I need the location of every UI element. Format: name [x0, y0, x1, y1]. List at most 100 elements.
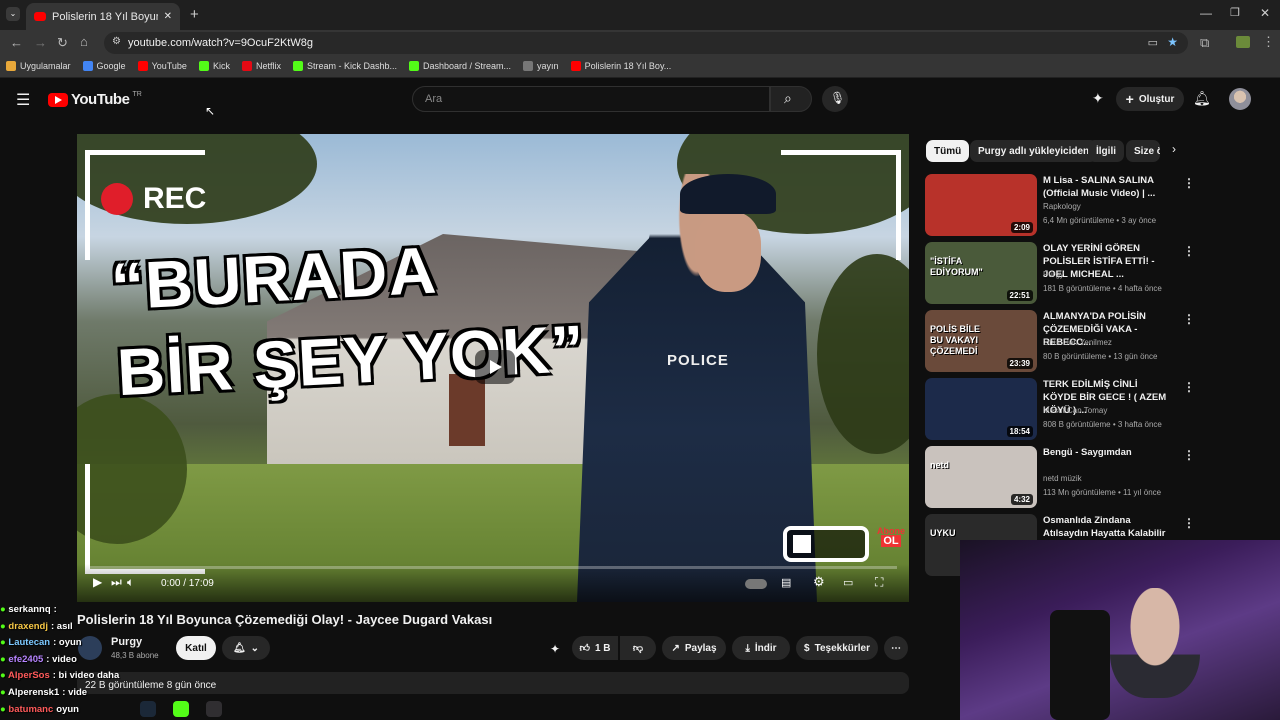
extension-icon[interactable]: ✦: [550, 642, 560, 656]
like-button[interactable]: 👍︎ 1 B: [572, 636, 618, 660]
thanks-button[interactable]: $ Teşekkürler: [796, 636, 878, 660]
recommended-channel-name[interactable]: Onur Can Yenilmez: [1043, 338, 1112, 347]
video-thumbnail[interactable]: 18:54: [925, 378, 1037, 440]
browser-tab[interactable]: Polislerin 18 Yıl Boyunca Çözem ✕: [26, 3, 180, 30]
video-player[interactable]: POLICE REC “BURADA BİR ŞEY YOK” Abone OL …: [77, 134, 909, 602]
url-field[interactable]: ⚙ youtube.com/watch?v=9OcuF2KtW8g ▭ ★: [104, 32, 1188, 54]
miniplayer-icon[interactable]: ▭: [843, 576, 853, 589]
microphone-icon: 🎙: [830, 91, 846, 105]
close-window-icon[interactable]: ✕: [1260, 6, 1270, 20]
filter-chip[interactable]: Purgy adlı yükleyiciden: [970, 140, 1098, 162]
notifications-bell-icon[interactable]: 🔔︎: [1193, 90, 1211, 107]
police-label: POLICE: [667, 352, 729, 369]
notification-bell-button[interactable]: 🔔︎ ⌄: [222, 636, 270, 660]
description-box[interactable]: 22 B görüntüleme 8 gün önce: [77, 672, 909, 694]
extensions-icon[interactable]: ⧉: [1200, 35, 1209, 51]
profile-ext-icon[interactable]: [1236, 36, 1250, 48]
bookmark-item[interactable]: Google: [82, 61, 126, 71]
recommended-video[interactable]: POLİS BİLE BU VAKAYI ÇÖZEMEDİ 23:39 ALMANY…: [925, 310, 1195, 374]
youtube-logo[interactable]: YouTube TR: [48, 91, 142, 108]
site-info-icon[interactable]: ⚙: [112, 36, 121, 47]
dislike-button[interactable]: 👎︎: [620, 636, 656, 660]
taskbar-app-icon[interactable]: [173, 701, 189, 717]
bookmark-star-icon[interactable]: ★: [1167, 35, 1178, 49]
filter-chip[interactable]: Size ö: [1126, 140, 1160, 162]
settings-gear-icon[interactable]: ⚙: [813, 574, 825, 590]
video-thumbnail[interactable]: POLİS BİLE BU VAKAYI ÇÖZEMEDİ 23:39: [925, 310, 1037, 372]
share-button[interactable]: ↗ Paylaş: [662, 636, 726, 660]
search-button[interactable]: ⌕: [770, 86, 812, 112]
recommended-video[interactable]: netd 4:32 Bengü - Saygımdan netd müzik 113 M…: [925, 446, 1195, 510]
subtitles-icon[interactable]: ▤: [781, 576, 791, 589]
create-button[interactable]: + Oluştur: [1116, 87, 1184, 111]
voice-search-button[interactable]: 🎙: [822, 86, 848, 112]
bookmark-favicon-icon: [241, 61, 252, 71]
progress-bar[interactable]: [89, 566, 897, 569]
video-thumbnail[interactable]: "İSTİFA EDİYORUM" 22:51: [925, 242, 1037, 304]
back-icon[interactable]: ←: [10, 35, 23, 50]
autoplay-toggle[interactable]: [745, 579, 767, 589]
more-vert-icon[interactable]: ⋮: [1183, 176, 1195, 190]
channel-name[interactable]: Purgy: [111, 636, 142, 648]
forward-icon[interactable]: →: [34, 35, 47, 50]
chat-username: draxendj: [8, 620, 48, 632]
bookmark-item[interactable]: Stream - Kick Dashb...: [292, 61, 397, 71]
extension-puzzle-icon[interactable]: ✦: [1092, 90, 1104, 107]
bookmark-item[interactable]: Dashboard / Stream...: [409, 61, 511, 71]
more-vert-icon[interactable]: ⋮: [1183, 312, 1195, 326]
more-actions-button[interactable]: ⋯: [884, 636, 908, 660]
bookmark-item[interactable]: yayın: [523, 61, 559, 71]
search-input[interactable]: Ara: [412, 86, 770, 112]
volume-icon[interactable]: 🔈︎: [127, 575, 134, 590]
recommended-channel-name[interactable]: Purgy: [1043, 270, 1064, 279]
taskbar-obs-icon[interactable]: [206, 701, 222, 717]
taskbar-steam-icon[interactable]: [140, 701, 156, 717]
more-vert-icon[interactable]: ⋮: [1183, 380, 1195, 394]
fullscreen-icon[interactable]: ⛶: [875, 575, 883, 590]
download-button[interactable]: ⤓ İndir: [732, 636, 790, 660]
video-thumbnail[interactable]: 2:09: [925, 174, 1037, 236]
restore-icon[interactable]: ❐: [1230, 6, 1240, 19]
share-icon: ↗: [671, 642, 680, 654]
recommended-channel-name[interactable]: netd müzik: [1043, 474, 1082, 483]
bookmark-item[interactable]: Kick: [198, 61, 230, 71]
tab-list-icon[interactable]: ⌄: [6, 7, 20, 21]
home-icon[interactable]: ⌂: [80, 34, 88, 49]
bookmark-item[interactable]: Uygulamalar: [6, 61, 71, 71]
recommended-channel-name[interactable]: Mesut Can Tomay: [1043, 406, 1107, 415]
thumbs-up-icon: 👍︎: [579, 643, 590, 654]
avatar[interactable]: [1229, 88, 1251, 110]
chat-message: ● batumanc oyun: [0, 704, 79, 715]
more-vert-icon[interactable]: ⋮: [1183, 244, 1195, 258]
play-button[interactable]: [475, 350, 515, 384]
menu-kebab-icon[interactable]: ⋮: [1262, 34, 1275, 50]
recommended-video[interactable]: 18:54 TERK EDİLMİŞ CİNLİ KÖYDE BİR GECE !…: [925, 378, 1195, 442]
recommended-video[interactable]: "İSTİFA EDİYORUM" 22:51 OLAY YERİNİ GÖREN …: [925, 242, 1195, 306]
share-label: Paylaş: [684, 642, 717, 654]
join-button[interactable]: Katıl: [176, 636, 216, 660]
next-icon[interactable]: ⏭: [111, 575, 122, 590]
ol-label: OL: [881, 535, 901, 547]
recommended-channel-name[interactable]: Rapkology: [1043, 202, 1081, 211]
recommended-video[interactable]: 2:09 M Lisa - SALINA SALINA (Official Mus…: [925, 174, 1195, 238]
new-tab-icon[interactable]: +: [190, 6, 199, 23]
close-tab-icon[interactable]: ✕: [164, 11, 172, 22]
youtube-logo-country: TR: [132, 91, 142, 98]
player-play-icon[interactable]: ▶: [93, 575, 102, 589]
bookmark-item[interactable]: YouTube: [137, 61, 187, 71]
minimize-icon[interactable]: —: [1200, 6, 1212, 20]
video-thumbnail[interactable]: netd 4:32: [925, 446, 1037, 508]
reload-icon[interactable]: ↻: [57, 35, 68, 51]
recommended-video-title[interactable]: Bengü - Saygımdan: [1043, 446, 1171, 459]
recommended-video-title[interactable]: M Lisa - SALINA SALINA (Official Music V…: [1043, 174, 1171, 200]
more-vert-icon[interactable]: ⋮: [1183, 516, 1195, 530]
more-vert-icon[interactable]: ⋮: [1183, 448, 1195, 462]
like-count: 1 B: [594, 642, 611, 654]
hamburger-menu-icon[interactable]: ☰: [16, 90, 30, 110]
bookmark-item[interactable]: Polislerin 18 Yıl Boy...: [570, 61, 671, 71]
filter-chip[interactable]: İlgili: [1088, 140, 1124, 162]
install-app-icon[interactable]: ▭: [1148, 36, 1158, 49]
bookmark-item[interactable]: Netflix: [241, 61, 281, 71]
chip-next-icon[interactable]: ›: [1172, 142, 1176, 156]
filter-chip[interactable]: Tümü: [926, 140, 970, 162]
